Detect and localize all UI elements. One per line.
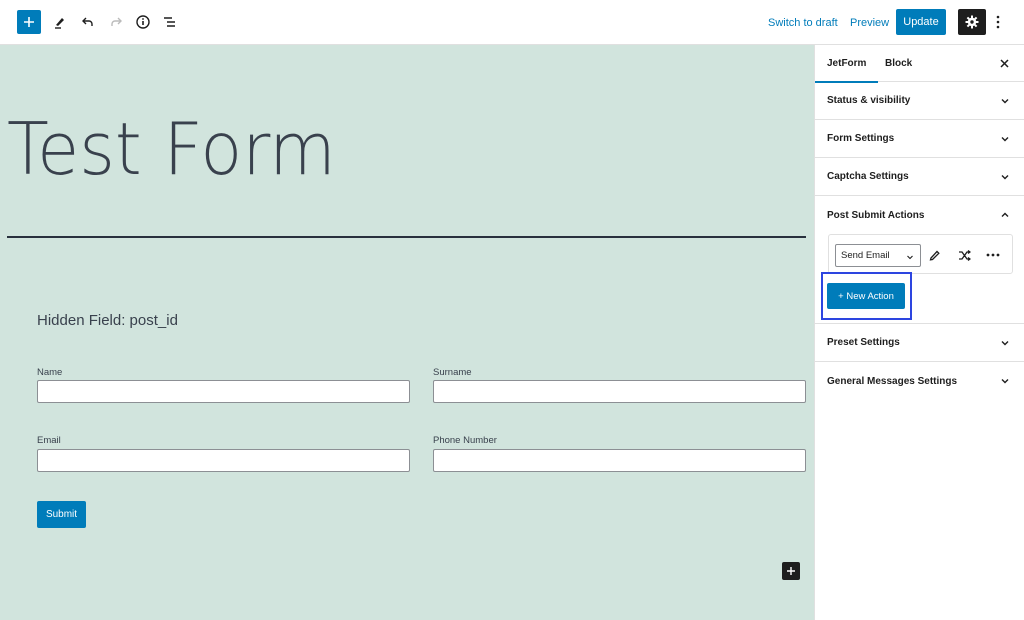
block-inserter-button[interactable] (782, 562, 800, 580)
info-icon (136, 15, 150, 29)
pencil-icon (55, 18, 64, 29)
add-block-button[interactable] (17, 10, 41, 34)
chevron-down-icon (1001, 175, 1009, 180)
panel-title: Preset Settings (827, 337, 900, 348)
action-item: Send Email (828, 234, 1013, 274)
separator (7, 236, 806, 238)
close-sidebar-button[interactable] (996, 55, 1012, 71)
update-button[interactable]: Update (896, 9, 946, 35)
action-type-value: Send Email (841, 250, 890, 261)
chevron-down-icon (1001, 379, 1009, 384)
list-view-icon (164, 17, 175, 27)
redo-button[interactable] (104, 10, 128, 34)
shuffle-icon (958, 249, 971, 261)
panel-title: Captcha Settings (827, 171, 909, 182)
field-label-name: Name (37, 367, 63, 378)
undo-icon (82, 17, 93, 26)
redo-icon (111, 17, 122, 26)
editor-toolbar: Switch to draft Preview Update (0, 0, 1024, 45)
chevron-down-icon (907, 255, 913, 260)
panel-form-settings[interactable]: Form Settings (815, 120, 1024, 158)
sidebar-tabs: JetForm Block (814, 45, 1024, 83)
action-more-button[interactable] (985, 247, 1001, 263)
tools-button[interactable] (48, 10, 72, 34)
post-title[interactable]: Test Form (7, 107, 336, 191)
preview-button[interactable]: Preview (850, 13, 889, 33)
conditions-button[interactable] (956, 247, 972, 263)
panel-title: Post Submit Actions (827, 209, 925, 221)
panel-post-submit-actions[interactable]: Post Submit Actions (815, 196, 1024, 234)
settings-button[interactable] (958, 9, 986, 35)
field-label-surname: Surname (433, 367, 472, 378)
hidden-field-block[interactable]: Hidden Field: post_id (37, 312, 178, 329)
panel-title: Form Settings (827, 133, 895, 144)
editor-canvas: Test Form Hidden Field: post_id Name Sur… (0, 45, 814, 620)
panel-status-visibility[interactable]: Status & visibility (815, 82, 1024, 120)
email-input[interactable] (37, 449, 410, 472)
panel-general-messages-settings[interactable]: General Messages Settings (815, 362, 1024, 400)
list-view-button[interactable] (158, 10, 182, 34)
tab-jetform[interactable]: JetForm (814, 45, 880, 83)
horizontal-ellipsis-icon (986, 253, 1000, 257)
chevron-down-icon (1001, 99, 1009, 104)
name-input[interactable] (37, 380, 410, 403)
field-label-email: Email (37, 435, 61, 446)
pencil-icon (929, 250, 940, 261)
panel-preset-settings[interactable]: Preset Settings (815, 324, 1024, 362)
post-submit-actions-body: Send Email + New Action (815, 234, 1024, 324)
edit-action-button[interactable] (927, 247, 943, 263)
action-type-select[interactable]: Send Email (835, 244, 921, 267)
options-button[interactable] (990, 10, 1006, 34)
chevron-up-icon (1001, 212, 1009, 217)
new-action-button[interactable]: + New Action (827, 283, 905, 309)
chevron-down-icon (1001, 341, 1009, 346)
phone-number-input[interactable] (433, 449, 806, 472)
close-icon (999, 58, 1009, 68)
details-button[interactable] (131, 10, 155, 34)
plus-icon (24, 17, 34, 27)
gear-icon (965, 15, 979, 29)
panel-captcha-settings[interactable]: Captcha Settings (815, 158, 1024, 196)
undo-button[interactable] (76, 10, 100, 34)
surname-input[interactable] (433, 380, 806, 403)
field-label-phone: Phone Number (433, 435, 497, 446)
chevron-down-icon (1001, 137, 1009, 142)
switch-to-draft-button[interactable]: Switch to draft (768, 13, 838, 33)
panel-title: Status & visibility (827, 95, 911, 106)
panel-title: General Messages Settings (827, 375, 958, 387)
tab-block[interactable]: Block (885, 45, 912, 82)
submit-button[interactable]: Submit (37, 501, 86, 528)
vertical-ellipsis-icon (996, 15, 1000, 29)
plus-icon (787, 567, 795, 575)
settings-sidebar: JetForm Block Status & visibility Form S… (814, 45, 1024, 620)
